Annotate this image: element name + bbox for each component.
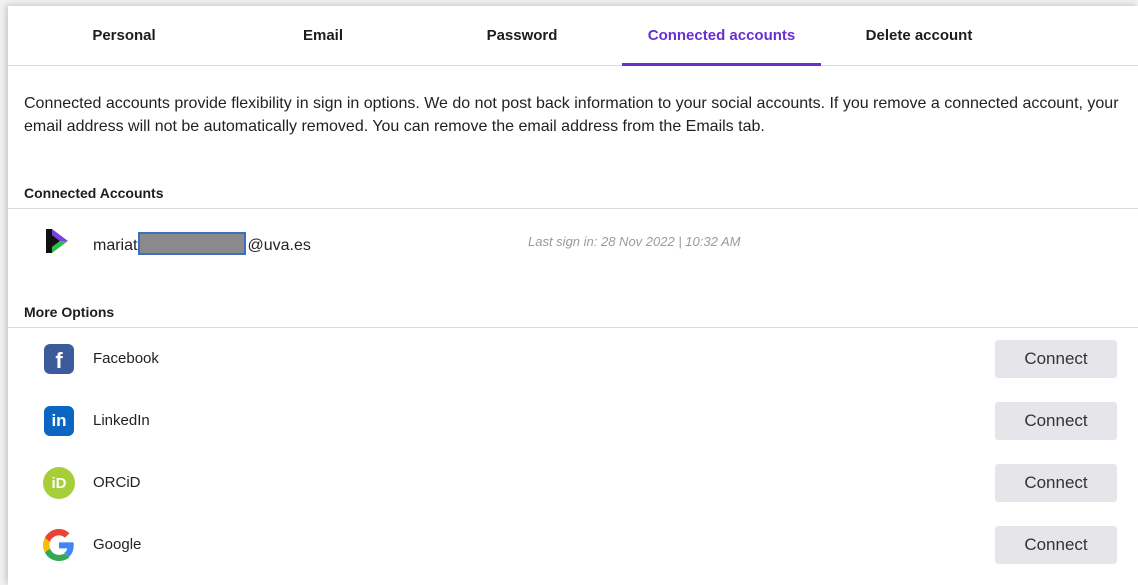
connected-account-row: mariat @uva.es Last sign in: 28 Nov 2022 …	[8, 221, 1138, 261]
brand-logo-icon	[42, 227, 72, 255]
option-label: LinkedIn	[93, 412, 150, 429]
connected-accounts-description: Connected accounts provide flexibility i…	[24, 95, 1119, 135]
email-suffix: @uva.es	[247, 237, 311, 254]
google-icon	[42, 528, 76, 562]
divider	[8, 327, 1138, 328]
option-facebook: f Facebook Connect	[8, 336, 1138, 380]
divider	[8, 208, 1138, 209]
connect-orcid-button[interactable]: Connect	[995, 464, 1117, 502]
connected-accounts-heading: Connected Accounts	[24, 185, 164, 201]
connect-facebook-button[interactable]: Connect	[995, 340, 1117, 378]
option-label: Facebook	[93, 350, 159, 367]
more-options-heading: More Options	[24, 304, 115, 320]
option-label: Google	[93, 536, 142, 553]
settings-tabs: Personal Email Password Connected accoun…	[8, 6, 1138, 66]
connect-google-button[interactable]: Connect	[995, 526, 1117, 564]
last-sign-in: Last sign in: 28 Nov 2022 | 10:32 AM	[528, 234, 741, 249]
option-label: ORCiD	[93, 474, 141, 491]
tab-connected-accounts[interactable]: Connected accounts	[622, 6, 821, 66]
email-prefix: mariat	[93, 237, 138, 254]
option-google: Google Connect	[8, 522, 1138, 566]
option-linkedin: in LinkedIn Connect	[8, 398, 1138, 442]
tab-delete-account[interactable]: Delete account	[846, 6, 992, 65]
tab-email[interactable]: Email	[278, 6, 368, 65]
tab-password[interactable]: Password	[468, 6, 576, 65]
connect-linkedin-button[interactable]: Connect	[995, 402, 1117, 440]
tab-personal[interactable]: Personal	[68, 6, 180, 65]
orcid-icon: iD	[42, 466, 76, 500]
connected-email: mariat @uva.es	[93, 232, 311, 255]
redacted-box	[138, 232, 247, 255]
linkedin-icon: in	[42, 404, 76, 438]
option-orcid: iD ORCiD Connect	[8, 460, 1138, 504]
facebook-icon: f	[42, 342, 76, 376]
settings-card: Personal Email Password Connected accoun…	[8, 6, 1138, 585]
